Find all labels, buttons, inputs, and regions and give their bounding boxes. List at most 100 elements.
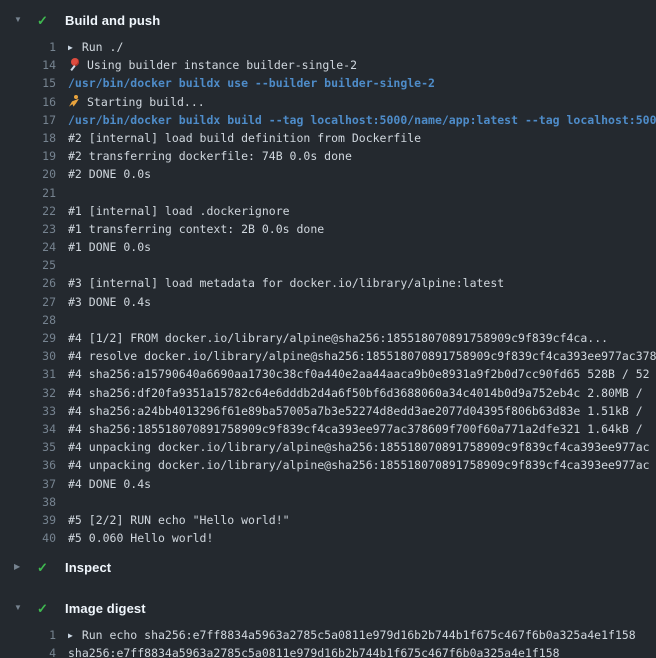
log-line: 24 #1 DONE 0.0s: [0, 238, 656, 256]
log-text: #4 sha256:185518070891758909c9f839cf4ca3…: [68, 422, 650, 436]
log-line: 23 #1 transferring context: 2B 0.0s done: [0, 220, 656, 238]
line-number[interactable]: 32: [0, 384, 56, 402]
line-number[interactable]: 31: [0, 365, 56, 383]
log-line: 1 ▶Run ./: [0, 38, 656, 56]
line-number[interactable]: 29: [0, 329, 56, 347]
log-group-line[interactable]: ▶ Run echo sha256:e7ff8834a5963a2785c5a08…: [68, 626, 636, 644]
log-line: 20 #2 DONE 0.0s: [0, 165, 656, 183]
line-number[interactable]: 36: [0, 456, 56, 474]
line-number[interactable]: 33: [0, 402, 56, 420]
log-line: 29 #4 [1/2] FROM docker.io/library/alpine…: [0, 329, 656, 347]
log-line: 14Using builder instance builder-single-…: [0, 56, 656, 74]
line-number[interactable]: 14: [0, 56, 56, 74]
log-text: /usr/bin/docker buildx use --builder bui…: [68, 76, 435, 90]
log-text: #5 0.060 Hello world!: [68, 531, 213, 545]
log-text: #2 DONE 0.0s: [68, 167, 151, 181]
log-line: 36 #4 unpacking docker.io/library/alpine@…: [0, 456, 656, 474]
log-line: 39 #5 [2/2] RUN echo "Hello world!": [0, 511, 656, 529]
log-text: #4 sha256:a24bb4013296f61e89ba57005a7b3e…: [68, 402, 650, 420]
log-line: 31 #4 sha256:a15790640a6690aa1730c38cf0a4…: [0, 365, 656, 383]
log-text: #4 unpacking docker.io/library/alpine@sh…: [68, 456, 650, 474]
line-number[interactable]: 19: [0, 147, 56, 165]
log-text: /usr/bin/docker buildx build --tag local…: [68, 113, 656, 127]
runner-icon: [68, 95, 81, 108]
expand-group-icon[interactable]: ▶: [68, 43, 73, 52]
line-number[interactable]: 38: [0, 493, 56, 511]
log-text: #1 transferring context: 2B 0.0s done: [68, 220, 324, 238]
log-text: #5 [2/2] RUN echo "Hello world!": [68, 511, 290, 529]
log-text: #4 sha256:df20fa9351a15782c64e6dddb2d4a6…: [68, 386, 650, 400]
section-header-image-digest[interactable]: ▼ ✓ Image digest: [0, 597, 656, 619]
log-text: #1 DONE 0.0s: [68, 238, 151, 256]
log-text: #4 sha256:a24bb4013296f61e89ba57005a7b3e…: [68, 404, 650, 418]
line-number[interactable]: 21: [0, 184, 56, 202]
log-text: #4 unpacking docker.io/library/alpine@sh…: [68, 458, 650, 472]
log-text: #5 0.060 Hello world!: [68, 529, 213, 547]
line-number[interactable]: 27: [0, 293, 56, 311]
log-line: 17/usr/bin/docker buildx build --tag loc…: [0, 111, 656, 129]
chevron-down-icon: ▼: [14, 604, 24, 612]
line-number[interactable]: 34: [0, 420, 56, 438]
line-number[interactable]: 18: [0, 129, 56, 147]
log-text: #4 DONE 0.4s: [68, 475, 151, 493]
log-text: Run echo sha256:e7ff8834a5963a2785c5a081…: [82, 628, 636, 642]
log-text: #1 DONE 0.0s: [68, 240, 151, 254]
success-check-icon: ✓: [37, 561, 51, 574]
log-line: 21: [0, 184, 656, 202]
log-text: #2 DONE 0.0s: [68, 165, 151, 183]
line-number[interactable]: 16: [0, 93, 56, 111]
log-text: #1 [internal] load .dockerignore: [68, 202, 290, 220]
log-text: #4 sha256:185518070891758909c9f839cf4ca3…: [68, 420, 650, 438]
log-text: sha256:e7ff8834a5963a2785c5a0811e979d16b…: [68, 644, 560, 658]
line-number[interactable]: 35: [0, 438, 56, 456]
log-text: #1 transferring context: 2B 0.0s done: [68, 222, 324, 236]
line-number[interactable]: 37: [0, 475, 56, 493]
log-line: 37 #4 DONE 0.4s: [0, 475, 656, 493]
line-number[interactable]: 22: [0, 202, 56, 220]
log-text: /usr/bin/docker buildx use --builder bui…: [68, 74, 435, 92]
log-text: #4 [1/2] FROM docker.io/library/alpine@s…: [68, 331, 608, 345]
line-number[interactable]: 1: [0, 626, 56, 644]
log-text: #4 unpacking docker.io/library/alpine@sh…: [68, 438, 650, 456]
line-number[interactable]: 30: [0, 347, 56, 365]
line-number[interactable]: 40: [0, 529, 56, 547]
log-section-image-digest: ▼ ✓ Image digest 1 ▶ Run echo sha256:e7ff8…: [0, 597, 656, 658]
line-number[interactable]: 4: [0, 644, 56, 658]
log-line: 18 #2 [internal] load build definition fr…: [0, 129, 656, 147]
log-line: 22 #1 [internal] load .dockerignore: [0, 202, 656, 220]
log-text: #4 resolve docker.io/library/alpine@sha2…: [68, 349, 656, 363]
log-text: #5 [2/2] RUN echo "Hello world!": [68, 513, 290, 527]
line-number[interactable]: 15: [0, 74, 56, 92]
line-number[interactable]: 1: [0, 38, 56, 56]
line-number[interactable]: 23: [0, 220, 56, 238]
log-text: #2 [internal] load build definition from…: [68, 131, 421, 145]
line-number[interactable]: 24: [0, 238, 56, 256]
log-text: #2 transferring dockerfile: 74B 0.0s don…: [68, 147, 352, 165]
log-line: 34 #4 sha256:185518070891758909c9f839cf4c…: [0, 420, 656, 438]
log-text: #3 DONE 0.4s: [68, 293, 151, 311]
section-gap: [0, 584, 656, 597]
log-line: 19 #2 transferring dockerfile: 74B 0.0s d…: [0, 147, 656, 165]
log-line: 25: [0, 256, 656, 274]
log-text: #4 sha256:a15790640a6690aa1730c38cf0a440…: [68, 367, 650, 381]
line-number[interactable]: 20: [0, 165, 56, 183]
log-line: 4 sha256:e7ff8834a5963a2785c5a0811e979d16…: [0, 644, 656, 658]
line-number[interactable]: 26: [0, 274, 56, 292]
log-text: #2 transferring dockerfile: 74B 0.0s don…: [68, 149, 352, 163]
log-line: 15/usr/bin/docker buildx use --builder b…: [0, 74, 656, 92]
line-number[interactable]: 28: [0, 311, 56, 329]
log-text: /usr/bin/docker buildx build --tag local…: [68, 111, 656, 129]
expand-group-icon[interactable]: ▶: [68, 631, 73, 640]
log-line: 28: [0, 311, 656, 329]
log-line: 27 #3 DONE 0.4s: [0, 293, 656, 311]
log-group-line[interactable]: ▶Run ./: [68, 38, 123, 56]
section-header-inspect[interactable]: ▶ ✓ Inspect: [0, 556, 656, 578]
line-number[interactable]: 25: [0, 256, 56, 274]
success-check-icon: ✓: [37, 14, 51, 27]
line-number[interactable]: 39: [0, 511, 56, 529]
section-header-build-and-push[interactable]: ▼ ✓ Build and push: [0, 9, 656, 31]
log-text: #4 resolve docker.io/library/alpine@sha2…: [68, 347, 656, 365]
line-number[interactable]: 17: [0, 111, 56, 129]
log-section-inspect: ▶ ✓ Inspect: [0, 556, 656, 578]
chevron-down-icon: ▼: [14, 16, 24, 24]
